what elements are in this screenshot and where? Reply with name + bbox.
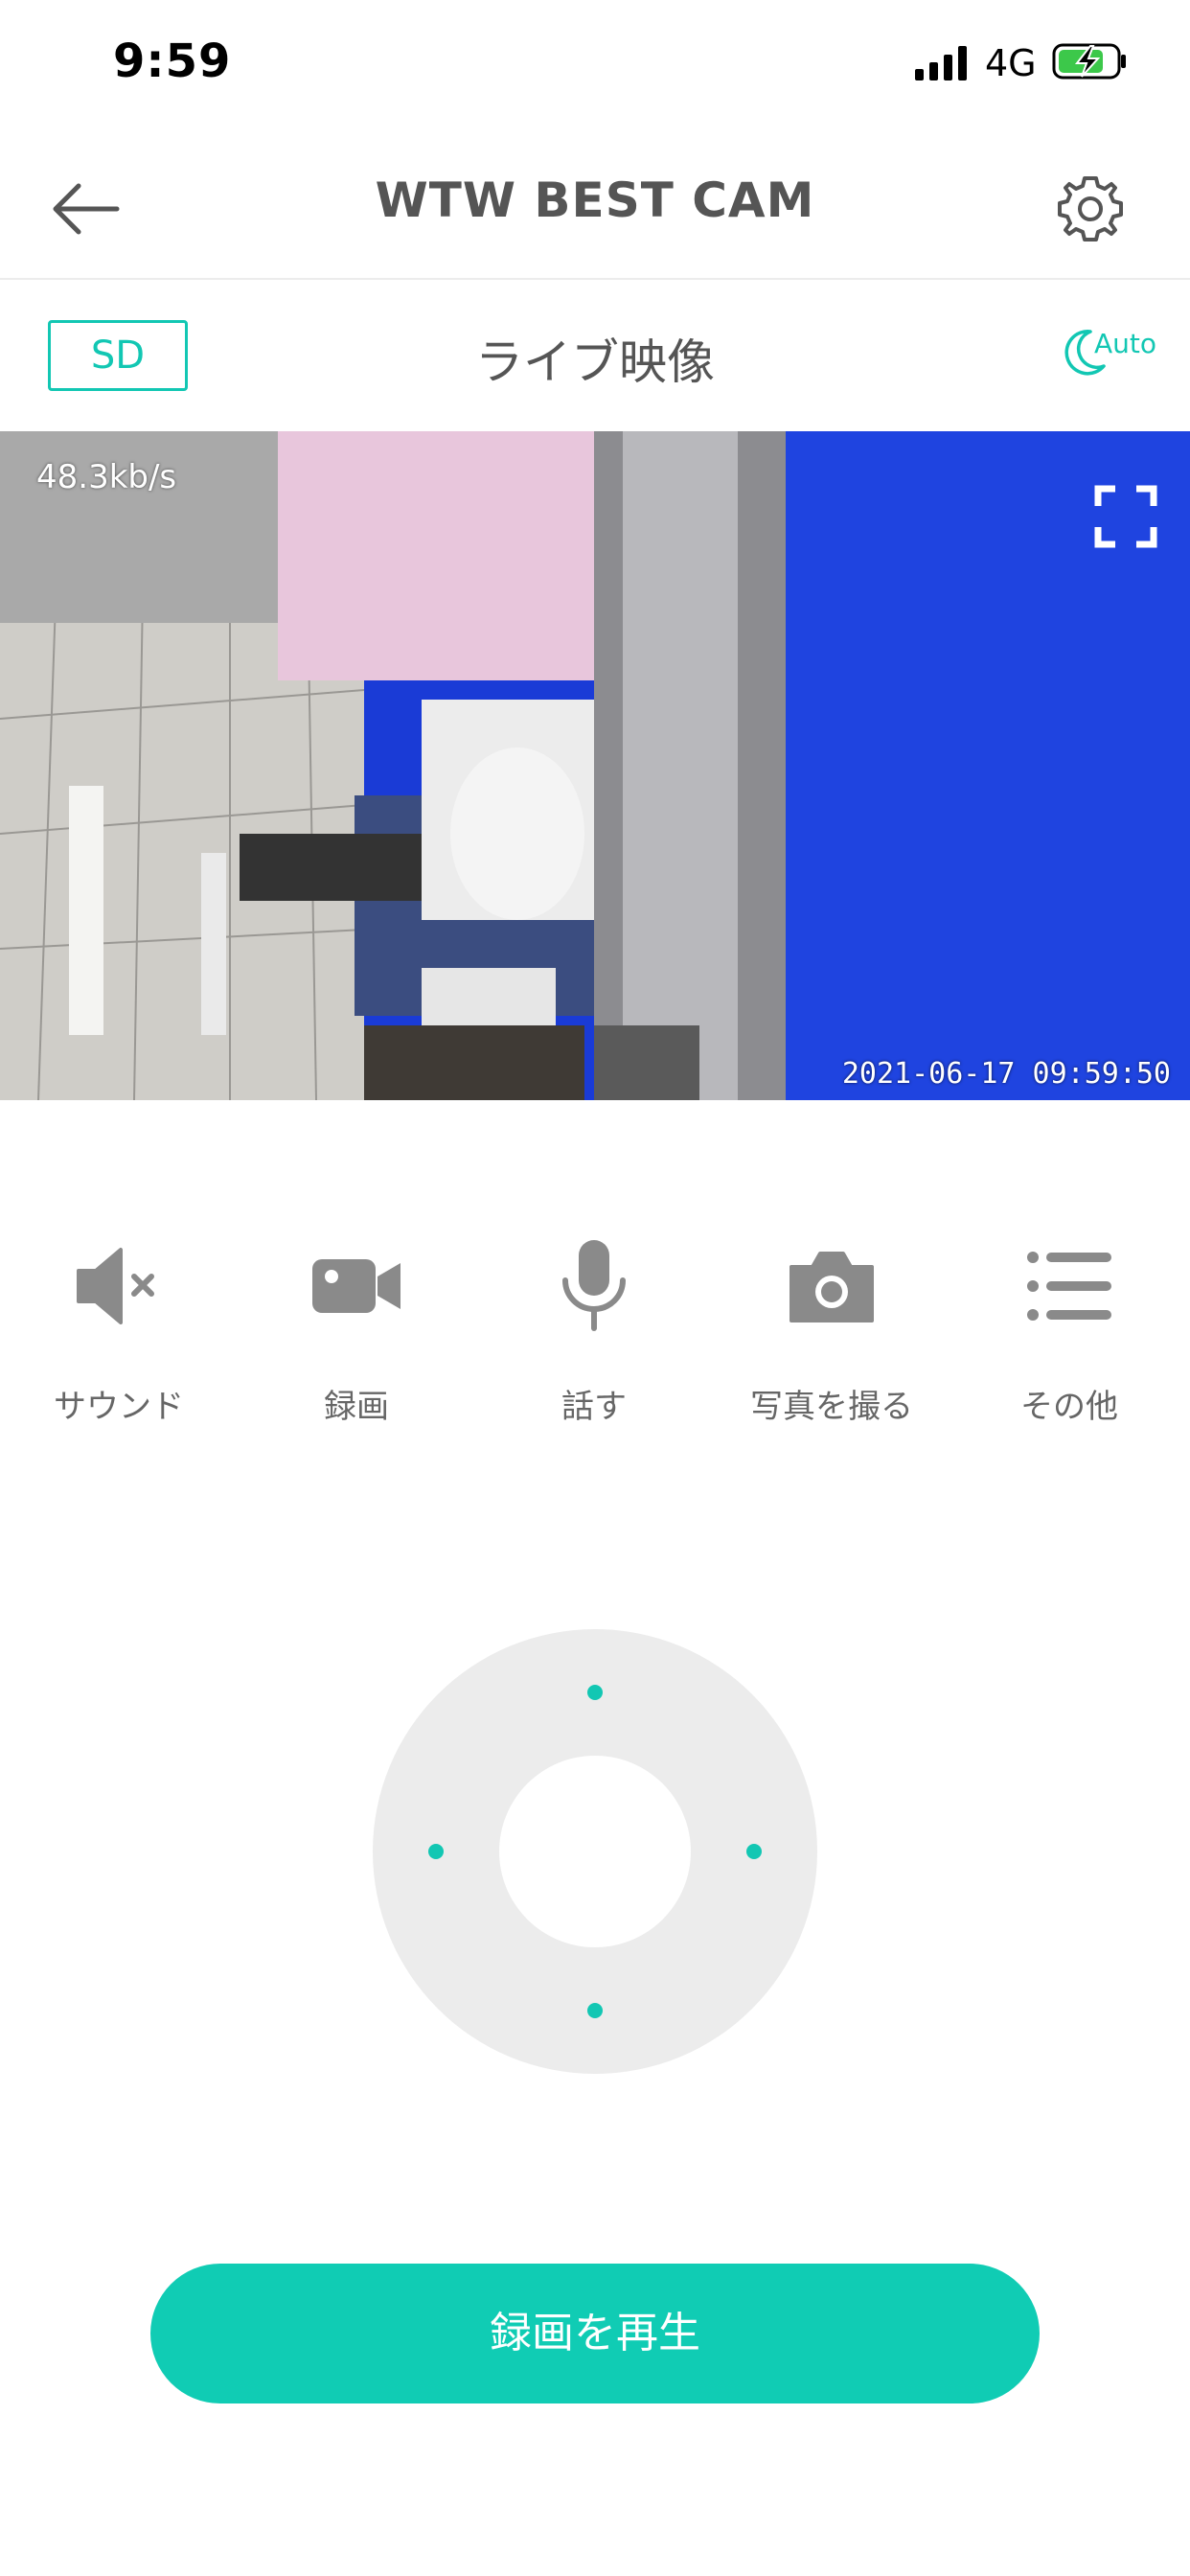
record-button[interactable]: 録画 [238,1227,475,1438]
live-video-feed[interactable]: 48.3kb/s 2021-06-17 09:59:50 [0,431,1190,1100]
sound-button[interactable]: サウンド [0,1227,238,1438]
pan-up-indicator[interactable] [587,1685,603,1700]
ptz-center-button[interactable] [499,1756,691,1947]
night-mode-button[interactable]: Auto [1062,326,1167,383]
microphone-icon [562,1240,626,1331]
take-photo-button[interactable]: 写真を撮る [713,1227,950,1438]
video-camera-icon [312,1259,400,1313]
live-video-label: ライブ映像 [475,334,715,390]
signal-strength-icon [915,46,967,80]
fullscreen-icon [1094,485,1157,548]
live-subbar: SD ライブ映像 Auto [0,280,1190,431]
bitrate-readout: 48.3kb/s [36,458,177,496]
app-header: WTW BEST CAM [0,134,1190,280]
control-row: サウンド 録画 話す 写真を撮る その他 [0,1227,1190,1438]
night-mode-label: Auto [1094,328,1157,359]
camera-icon [790,1252,874,1322]
more-label: その他 [1020,1388,1118,1426]
play-recordings-button[interactable]: 録画を再生 [150,2264,1040,2404]
record-label: 録画 [324,1388,389,1426]
status-bar: 9:59 4G [0,0,1190,134]
sound-label: サウンド [54,1388,184,1426]
video-timestamp: 2021-06-17 09:59:50 [841,1057,1171,1091]
list-icon [1027,1252,1111,1321]
pan-left-indicator[interactable] [428,1844,444,1859]
speaker-muted-icon [77,1248,154,1324]
status-time: 9:59 [113,34,232,88]
network-type: 4G [985,42,1037,84]
pan-down-indicator[interactable] [587,2003,603,2018]
pan-right-indicator[interactable] [746,1844,762,1859]
ptz-direction-pad[interactable] [373,1629,817,2074]
talk-label: 話す [561,1388,627,1426]
gear-icon [1058,176,1123,242]
talk-button[interactable]: 話す [475,1227,713,1438]
battery-charging-icon [1052,43,1126,80]
camera-feed-image [0,431,1190,1100]
fullscreen-button[interactable] [1094,485,1157,548]
settings-button[interactable] [1054,172,1127,245]
take-photo-label: 写真を撮る [750,1388,913,1426]
page-title: WTW BEST CAM [375,172,815,228]
more-button[interactable]: その他 [950,1227,1188,1438]
